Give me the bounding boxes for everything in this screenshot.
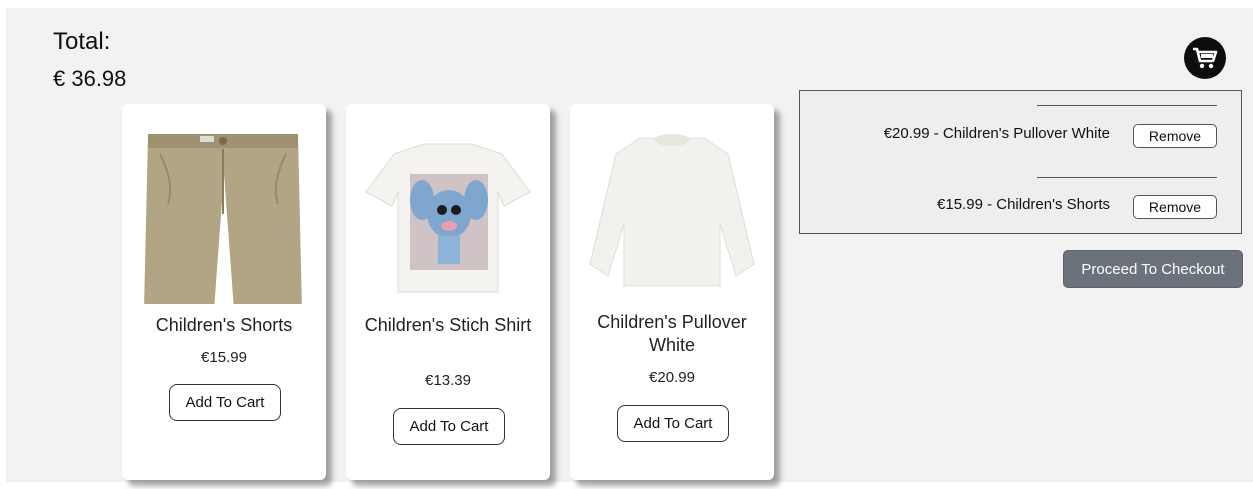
product-price: €13.39 [425,372,471,389]
shopping-cart-icon[interactable] [1184,37,1226,79]
cart-divider [1037,177,1217,178]
cart-item-text: €20.99 - Children's Pullover White [883,125,1110,142]
cart-panel: €20.99 - Children's Pullover White Remov… [799,90,1242,234]
remove-button[interactable]: Remove [1133,124,1217,148]
product-title: Children's Pullover White [597,312,747,355]
total-label: Total: [53,28,111,55]
product-card: Children's Stich Shirt €13.39 Add To Car… [346,104,550,480]
product-card: Children's Shorts €15.99 Add To Cart [122,104,326,480]
khaki-shorts-image [130,114,318,310]
add-to-cart-button[interactable]: Add To Cart [617,405,729,442]
stitch-tshirt-image [354,114,542,304]
remove-button[interactable]: Remove [1133,195,1217,219]
total-value: € 36.98 [53,66,127,91]
shop-page: Total: € 36.98 Children's Shorts €15.99 … [6,8,1253,482]
product-price: €15.99 [201,349,247,366]
product-price: €20.99 [649,369,695,386]
add-to-cart-button[interactable]: Add To Cart [393,408,505,445]
product-card: Children's Pullover White €20.99 Add To … [570,104,774,480]
product-title: Children's Shorts [155,315,293,335]
product-title: Children's Stich Shirt [364,315,532,335]
cart-divider [1037,105,1217,106]
cart-item-text: €15.99 - Children's Shorts [937,196,1110,213]
white-pullover-image [578,114,766,304]
add-to-cart-button[interactable]: Add To Cart [169,384,281,421]
proceed-to-checkout-button[interactable]: Proceed To Checkout [1063,250,1243,288]
